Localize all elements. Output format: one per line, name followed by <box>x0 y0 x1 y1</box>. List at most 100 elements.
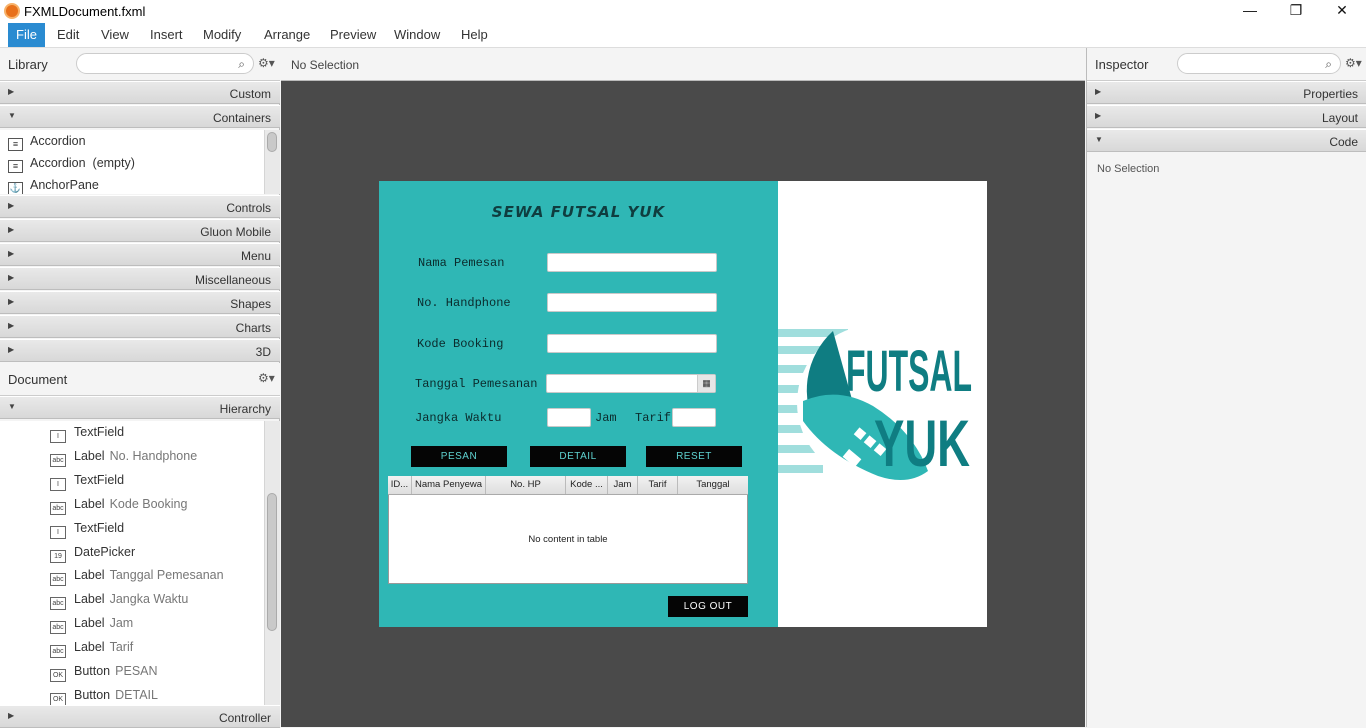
item-type: DatePicker <box>74 545 136 559</box>
document-section-hierarchy[interactable]: ▼ Hierarchy <box>0 396 280 419</box>
menu-preview[interactable]: Preview <box>322 23 384 47</box>
library-item-anchorpane[interactable]: ⚓ AnchorPane <box>8 174 99 194</box>
library-section-controls[interactable]: ▶ Controls <box>0 195 280 218</box>
jangka-waktu-field[interactable] <box>547 408 591 427</box>
selection-status: No Selection <box>291 58 360 72</box>
app-icon <box>4 3 20 19</box>
textfield-icon: I <box>50 526 66 539</box>
hierarchy-item[interactable]: abc Label Jangka Waktu <box>50 588 188 610</box>
calendar-icon[interactable]: ▦ <box>697 375 715 392</box>
document-section-controller[interactable]: ▶ Controller <box>0 705 280 728</box>
scrollbar-thumb[interactable] <box>267 493 277 631</box>
hierarchy-item[interactable]: OK Button DETAIL <box>50 684 158 705</box>
column-jam[interactable]: Jam <box>608 476 638 494</box>
gear-icon[interactable]: ⚙▾ <box>258 56 275 70</box>
item-label: AnchorPane <box>30 178 99 192</box>
hierarchy-item[interactable]: abc Label Kode Booking <box>50 493 187 515</box>
pesan-button[interactable]: PESAN <box>411 446 507 467</box>
hierarchy-item[interactable]: OK Button PESAN <box>50 660 158 682</box>
logout-button[interactable]: LOG OUT <box>668 596 748 617</box>
table-empty-message: No content in table <box>528 534 608 545</box>
library-section-menu[interactable]: ▶ Menu <box>0 243 280 266</box>
logo-text-futsal: FUTSAL <box>846 339 972 404</box>
accordion-icon: ≡ <box>8 160 23 173</box>
detail-button[interactable]: DETAIL <box>530 446 626 467</box>
inspector-section-properties[interactable]: ▶ Properties <box>1087 81 1366 104</box>
item-label: Accordion <box>30 134 86 148</box>
menu-edit[interactable]: Edit <box>49 23 87 47</box>
item-name: Tanggal Pemesanan <box>109 568 224 582</box>
menu-modify[interactable]: Modify <box>195 23 249 47</box>
section-label: 3D <box>255 345 271 359</box>
item-type: Label <box>74 616 105 630</box>
menu-help[interactable]: Help <box>453 23 496 47</box>
column-id[interactable]: ID... <box>388 476 412 494</box>
library-search-input[interactable]: ⌕ <box>76 53 254 74</box>
label-tarif: Tarif <box>635 411 672 425</box>
chevron-right-icon: ▶ <box>8 297 15 306</box>
item-name: DETAIL <box>115 688 158 702</box>
window-title: FXMLDocument.fxml <box>24 4 146 19</box>
logo-panel[interactable]: FUTSAL YUK <box>778 181 987 627</box>
section-label: Controller <box>218 711 271 725</box>
inspector-section-code[interactable]: ▼ Code <box>1087 129 1366 152</box>
kode-booking-field[interactable] <box>547 334 717 353</box>
menu-window[interactable]: Window <box>386 23 448 47</box>
maximize-button[interactable]: ❐ <box>1273 0 1319 22</box>
library-section-custom[interactable]: ▶ Custom <box>0 81 280 104</box>
library-section-gluon-mobile[interactable]: ▶ Gluon Mobile <box>0 219 280 242</box>
library-section-3d[interactable]: ▶ 3D <box>0 339 280 362</box>
no-handphone-field[interactable] <box>547 293 717 312</box>
hierarchy-item[interactable]: 19 DatePicker <box>50 541 135 563</box>
column-nama-penyewa[interactable]: Nama Penyewa <box>412 476 486 494</box>
chevron-right-icon: ▶ <box>8 225 15 234</box>
column-kode[interactable]: Kode ... <box>566 476 608 494</box>
chevron-right-icon: ▶ <box>8 273 15 282</box>
table-header: ID... Nama Penyewa No. HP Kode ... Jam T… <box>388 476 748 495</box>
hierarchy-scrollbar[interactable] <box>264 421 280 705</box>
inspector-search-input[interactable]: ⌕ <box>1177 53 1341 74</box>
reset-button[interactable]: RESET <box>646 446 742 467</box>
gear-icon[interactable]: ⚙▾ <box>258 371 275 385</box>
library-section-shapes[interactable]: ▶ Shapes <box>0 291 280 314</box>
scrollbar-thumb[interactable] <box>267 132 277 152</box>
library-scrollbar[interactable] <box>264 130 280 194</box>
library-section-containers[interactable]: ▼ Containers <box>0 105 280 128</box>
minimize-button[interactable]: — <box>1227 0 1273 22</box>
item-type: Label <box>74 497 105 511</box>
library-section-charts[interactable]: ▶ Charts <box>0 315 280 338</box>
library-item-accordion-empty[interactable]: ≡ Accordion (empty) <box>8 152 135 174</box>
tarif-field[interactable] <box>672 408 716 427</box>
library-section-miscellaneous[interactable]: ▶ Miscellaneous <box>0 267 280 290</box>
section-label: Properties <box>1303 87 1358 101</box>
menu-arrange[interactable]: Arrange <box>256 23 318 47</box>
hierarchy-item[interactable]: abc Label Jam <box>50 612 133 634</box>
textfield-icon: I <box>50 478 66 491</box>
column-tanggal[interactable]: Tanggal <box>678 476 748 494</box>
menu-view[interactable]: View <box>93 23 137 47</box>
item-name: Tarif <box>109 640 134 654</box>
tanggal-pemesanan-datepicker[interactable]: ▦ <box>546 374 716 393</box>
item-label: Accordion (empty) <box>30 156 135 170</box>
hierarchy-item[interactable]: abc Label Tarif <box>50 636 133 658</box>
hierarchy-item[interactable]: I TextField <box>50 517 124 539</box>
section-label: Gluon Mobile <box>200 225 271 239</box>
section-label: Shapes <box>230 297 271 311</box>
textfield-icon: I <box>50 430 66 443</box>
gear-icon[interactable]: ⚙▾ <box>1345 56 1362 70</box>
hierarchy-item[interactable]: I TextField <box>50 421 124 443</box>
close-button[interactable]: ✕ <box>1319 0 1365 22</box>
hierarchy-item[interactable]: abc Label Tanggal Pemesanan <box>50 564 224 586</box>
library-list: ≡ Accordion ≡ Accordion (empty) ⚓ AnchorPan… <box>0 130 264 194</box>
column-tarif[interactable]: Tarif <box>638 476 678 494</box>
hierarchy-item[interactable]: abc Label No. Handphone <box>50 445 197 467</box>
inspector-section-layout[interactable]: ▶ Layout <box>1087 105 1366 128</box>
menu-file[interactable]: File <box>8 23 45 47</box>
library-item-accordion[interactable]: ≡ Accordion <box>8 130 86 152</box>
chevron-right-icon: ▶ <box>8 711 15 720</box>
label-no-handphone: No. Handphone <box>417 296 511 310</box>
column-no-hp[interactable]: No. HP <box>486 476 566 494</box>
menu-insert[interactable]: Insert <box>142 23 191 47</box>
hierarchy-item[interactable]: I TextField <box>50 469 124 491</box>
nama-pemesan-field[interactable] <box>547 253 717 272</box>
